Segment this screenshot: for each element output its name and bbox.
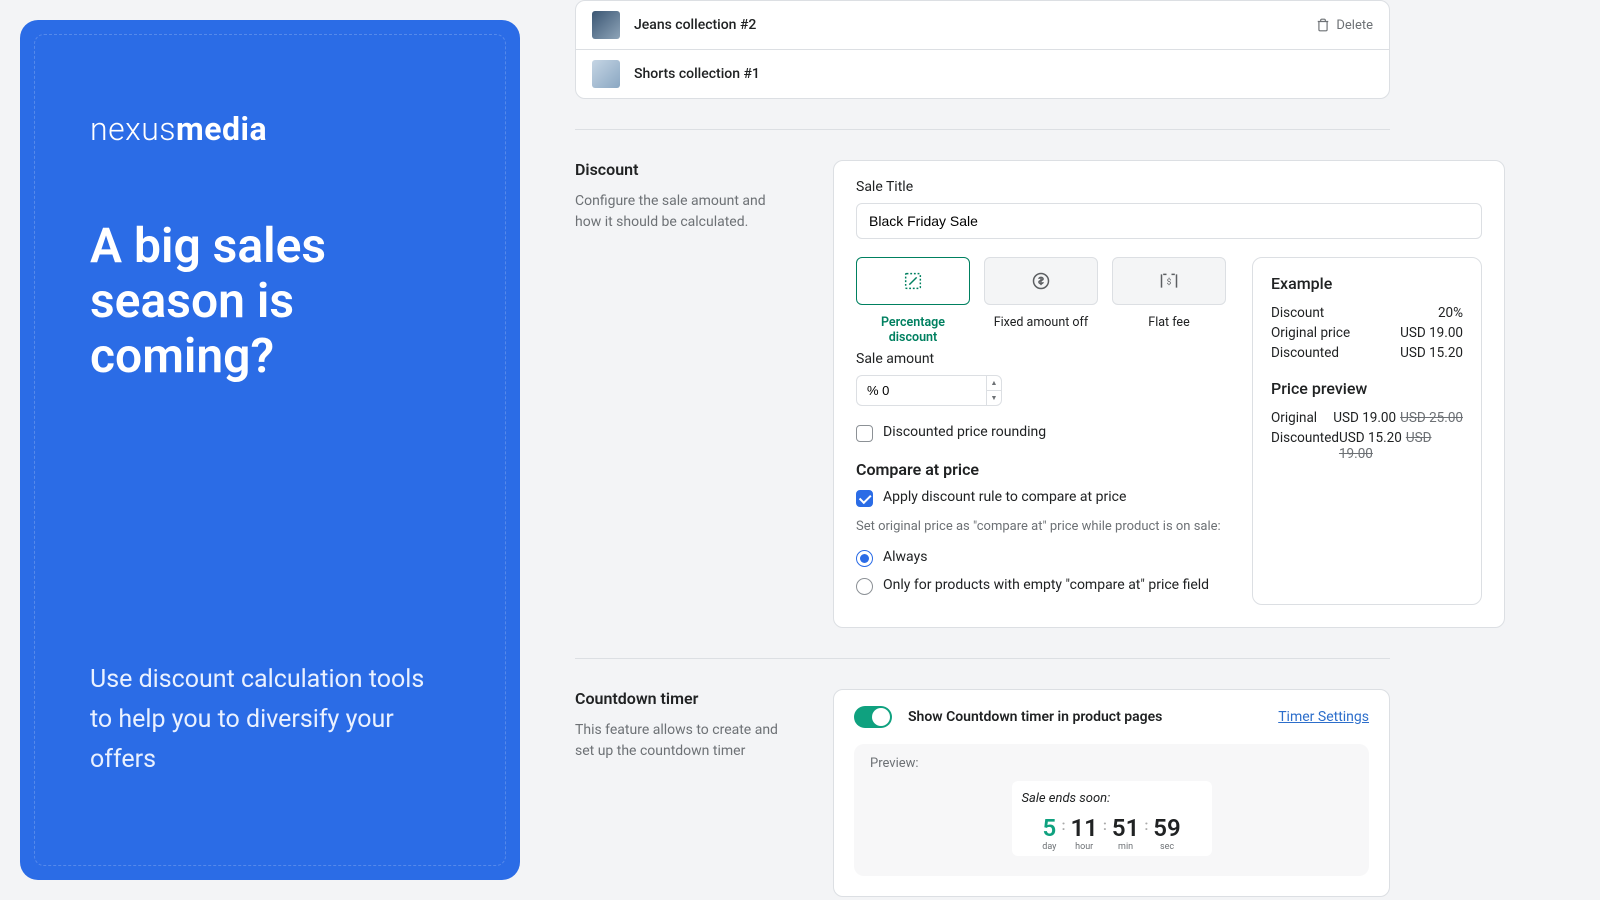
preview-label: Preview: <box>870 756 1353 771</box>
sale-title-label: Sale Title <box>856 179 1482 195</box>
timer-toggle[interactable] <box>854 706 892 728</box>
collection-name: Jeans collection #2 <box>634 17 1302 33</box>
collection-row[interactable]: Jeans collection #2 Delete <box>576 1 1389 49</box>
percentage-icon <box>902 270 924 292</box>
section-desc-discount: Configure the sale amount and how it sho… <box>575 191 793 233</box>
price-preview-title: Price preview <box>1271 379 1463 398</box>
brand-logo: nexusmedia <box>90 110 450 148</box>
sale-amount-label: Sale amount <box>856 351 1226 367</box>
compare-hint: Set original price as "compare at" price… <box>856 517 1226 537</box>
radio-always[interactable]: Always <box>856 549 1226 567</box>
promo-headline: A big sales season is coming? <box>90 218 450 384</box>
collection-row[interactable]: Shorts collection #1 <box>576 49 1389 98</box>
collection-thumb-icon <box>592 60 620 88</box>
compare-heading: Compare at price <box>856 460 1226 479</box>
discount-type-percentage[interactable]: Percentage discount <box>856 257 970 345</box>
section-title-timer: Countdown timer <box>575 689 793 708</box>
promo-card: nexusmedia A big sales season is coming?… <box>20 20 520 880</box>
rounding-checkbox[interactable]: Discounted price rounding <box>856 424 1226 442</box>
divider <box>575 658 1390 659</box>
timer-widget: Sale ends soon: 5day 11hour 51min 59sec <box>1012 781 1212 856</box>
section-desc-timer: This feature allows to create and set up… <box>575 720 793 762</box>
apply-compare-checkbox[interactable]: Apply discount rule to compare at price <box>856 489 1226 507</box>
discount-type-flat[interactable]: $ Flat fee <box>1112 257 1226 345</box>
step-down-icon[interactable]: ▼ <box>987 391 1001 405</box>
price-tag-icon: $ <box>1158 271 1180 291</box>
sale-amount-input[interactable] <box>856 375 986 406</box>
example-panel: Example Discount20% Original priceUSD 19… <box>1252 257 1482 605</box>
timer-settings-link[interactable]: Timer Settings <box>1278 709 1369 725</box>
sale-amount-stepper[interactable]: ▲ ▼ <box>856 375 1226 406</box>
example-title: Example <box>1271 274 1463 293</box>
collection-name: Shorts collection #1 <box>634 66 1373 82</box>
section-title-discount: Discount <box>575 160 793 179</box>
step-up-icon[interactable]: ▲ <box>987 376 1001 391</box>
sale-title-input[interactable] <box>856 203 1482 239</box>
timer-toggle-label: Show Countdown timer in product pages <box>908 709 1262 725</box>
trash-icon <box>1316 18 1330 32</box>
svg-text:$: $ <box>1167 276 1172 287</box>
promo-subtitle: Use discount calculation tools to help y… <box>90 660 450 780</box>
timer-card: Show Countdown timer in product pages Ti… <box>833 689 1390 897</box>
collection-thumb-icon <box>592 11 620 39</box>
dollar-icon <box>1031 271 1051 291</box>
divider <box>575 129 1390 130</box>
timer-headline: Sale ends soon: <box>1020 791 1204 806</box>
discount-card: Sale Title Percentage discount Fixe <box>833 160 1505 628</box>
radio-only-empty[interactable]: Only for products with empty "compare at… <box>856 577 1226 595</box>
timer-preview: Preview: Sale ends soon: 5day 11hour 51m… <box>854 744 1369 876</box>
collections-card: Jeans collection #2 Delete Shorts collec… <box>575 0 1390 99</box>
delete-button[interactable]: Delete <box>1316 18 1373 33</box>
discount-type-fixed[interactable]: Fixed amount off <box>984 257 1098 345</box>
